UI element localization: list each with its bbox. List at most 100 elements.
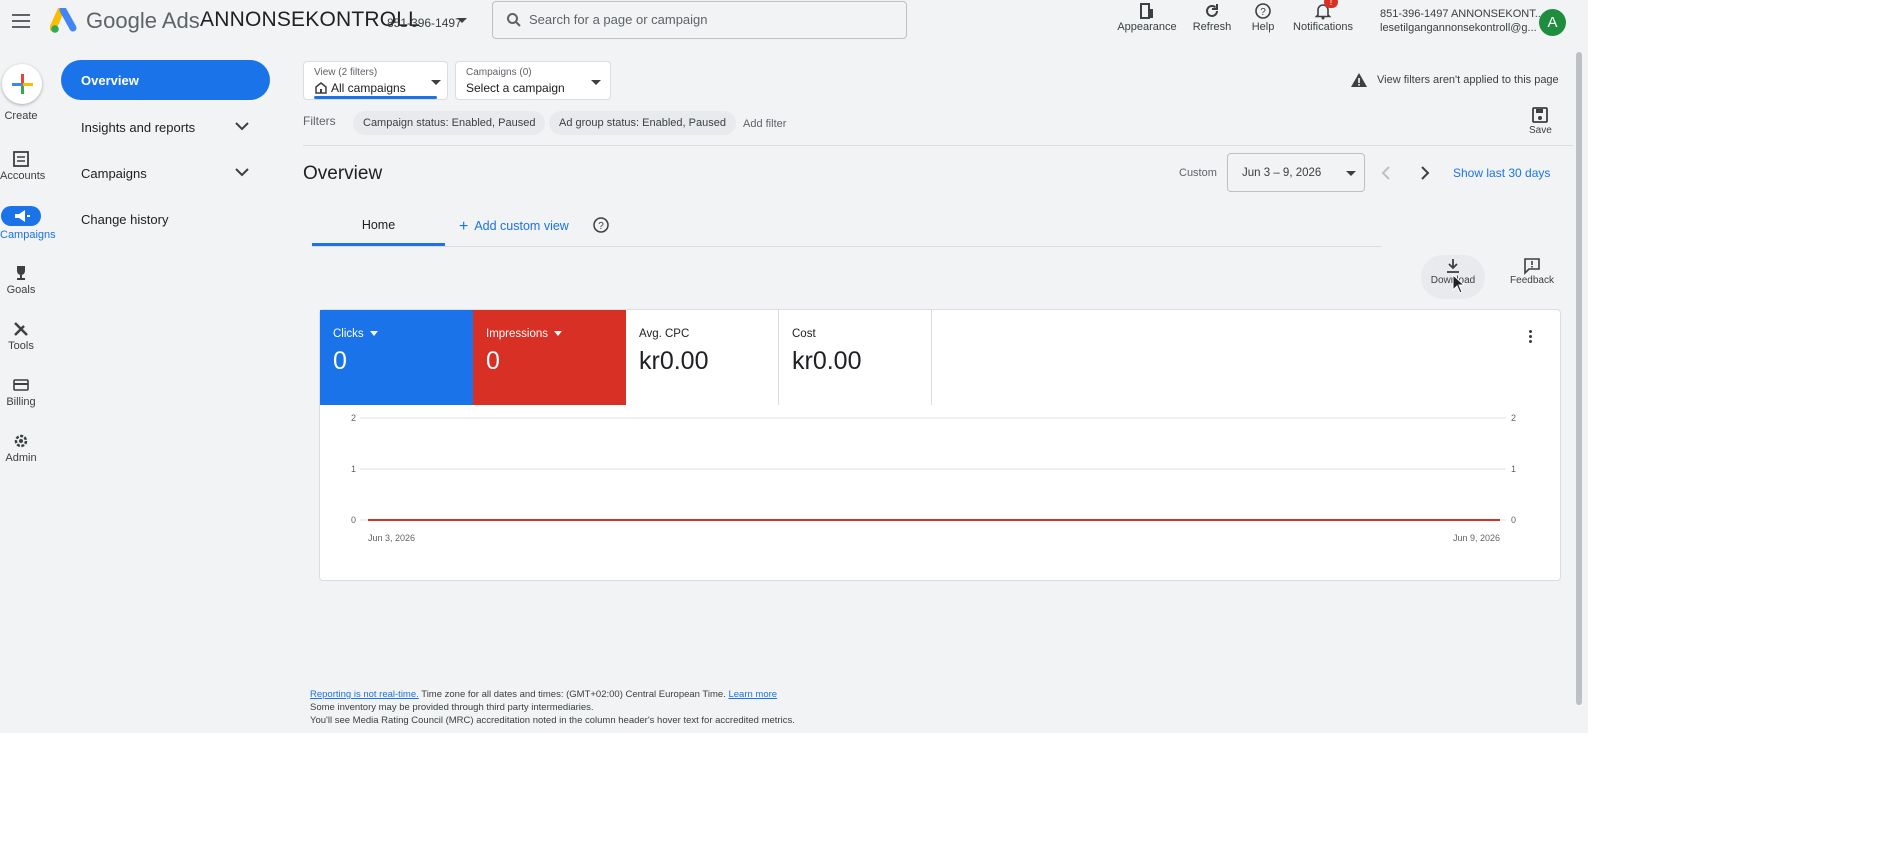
save-label: Save — [1529, 125, 1552, 136]
billing-card-icon — [13, 379, 29, 391]
x-tick-label-end: Jun 9, 2026 — [1453, 533, 1500, 543]
filter-chip-campaign-status[interactable]: Campaign status: Enabled, Paused — [353, 111, 546, 135]
google-ads-logo-icon — [50, 8, 77, 33]
account-switcher-caret-icon[interactable] — [457, 18, 467, 23]
view-selector[interactable]: View (2 filters) All campaigns — [303, 61, 448, 100]
metric-impressions[interactable]: Impressions 0 — [473, 310, 626, 405]
gear-icon — [14, 434, 28, 448]
search-input[interactable] — [527, 11, 891, 28]
notifications-button[interactable]: ! Notifications — [1290, 0, 1356, 33]
metric-impressions-value: 0 — [486, 347, 500, 375]
metric-cost[interactable]: Cost kr0.00 — [779, 310, 932, 405]
metric-clicks[interactable]: Clicks 0 — [320, 310, 473, 405]
rail-accounts-label: Accounts — [0, 170, 46, 182]
footer-line-2: Some inventory may be provided through t… — [310, 702, 594, 713]
tab-home[interactable]: Home — [312, 212, 445, 246]
page-scrollbar[interactable] — [1576, 52, 1582, 705]
caret-down-icon — [1346, 171, 1356, 176]
nav-change-history[interactable]: Change history — [81, 212, 168, 227]
app-window: Google Ads ANNONSEKONTROLL 851-396-1497 … — [0, 0, 1588, 733]
create-button[interactable] — [2, 64, 42, 104]
rail-tools-label: Tools — [8, 340, 34, 352]
learn-more-link[interactable]: Learn more — [728, 689, 777, 700]
accounts-icon — [13, 151, 29, 167]
avatar[interactable]: A — [1539, 9, 1566, 36]
view-filters-count: View (2 filters) — [314, 67, 378, 78]
filters-label: Filters — [303, 114, 336, 128]
chevron-right-icon[interactable] — [1419, 166, 1431, 180]
y-tick-label-right: 0 — [1511, 515, 1516, 525]
reporting-not-realtime-link[interactable]: Reporting is not real-time. — [310, 689, 419, 700]
feedback-label: Feedback — [1510, 275, 1554, 286]
filters-warning-text: View filters aren't applied to this page — [1377, 74, 1559, 86]
svg-text:?: ? — [1260, 7, 1266, 18]
view-selected: All campaigns — [331, 81, 406, 95]
help-icon: ? — [1255, 3, 1271, 19]
metric-avg-cpc-value: kr0.00 — [639, 347, 709, 375]
divider — [303, 145, 1573, 146]
caret-down-icon[interactable] — [369, 331, 378, 337]
nav-overview[interactable]: Overview — [61, 60, 270, 100]
add-custom-view-button[interactable]: + Add custom view — [459, 218, 569, 236]
rail-campaigns-label: Campaigns — [0, 229, 56, 241]
help-circle-icon[interactable]: ? — [593, 217, 609, 233]
campaigns-megaphone-icon — [1, 206, 41, 226]
rail-tools[interactable]: Tools — [0, 320, 42, 352]
save-button[interactable]: Save — [1529, 106, 1552, 136]
y-tick-label-right: 1 — [1511, 464, 1516, 474]
rail-billing[interactable]: Billing — [0, 376, 42, 408]
help-label: Help — [1251, 21, 1275, 33]
filter-chip-ad-group-status[interactable]: Ad group status: Enabled, Paused — [549, 111, 736, 135]
appearance-button[interactable]: Appearance — [1115, 0, 1179, 33]
rail-accounts[interactable]: Accounts — [0, 150, 46, 182]
notifications-label: Notifications — [1293, 21, 1353, 33]
save-icon — [1532, 107, 1549, 123]
footer-line-1: Reporting is not real-time. Time zone fo… — [310, 689, 777, 700]
account-summary-id[interactable]: 851-396-1497 ANNONSEKONT... — [1380, 8, 1544, 20]
performance-line-chart: 0 0 1 1 2 2 Jun 3, 2026 Jun 9, 2026 — [351, 413, 1516, 543]
y-tick-label-left: 2 — [351, 413, 356, 423]
rail-admin-label: Admin — [5, 452, 37, 464]
main-menu-icon[interactable] — [12, 14, 30, 28]
y-tick-label-left: 0 — [351, 515, 356, 525]
rail-admin[interactable]: Admin — [0, 432, 42, 464]
feedback-button[interactable]: Feedback — [1502, 257, 1562, 286]
chevron-down-icon[interactable] — [235, 122, 249, 131]
chevron-left-icon[interactable] — [1380, 166, 1392, 180]
campaign-selector[interactable]: Campaigns (0) Select a campaign — [455, 61, 611, 100]
plus-icon: + — [459, 218, 469, 235]
caret-down-icon — [591, 80, 601, 85]
search-box[interactable] — [492, 1, 907, 39]
show-last-30-days-link[interactable]: Show last 30 days — [1453, 166, 1550, 180]
view-active-underline — [314, 96, 437, 99]
x-tick-label-start: Jun 3, 2026 — [368, 533, 415, 543]
trophy-icon — [17, 266, 25, 280]
nav-insights-and-reports[interactable]: Insights and reports — [81, 120, 195, 135]
warning-icon — [1351, 73, 1367, 87]
metric-cost-value: kr0.00 — [792, 347, 862, 375]
account-id[interactable]: 851-396-1497 — [387, 16, 462, 30]
date-range-type: Custom — [1179, 167, 1217, 179]
nav-campaigns[interactable]: Campaigns — [81, 166, 147, 181]
caret-down-icon — [431, 80, 441, 85]
add-filter-button[interactable]: Add filter — [743, 118, 786, 130]
account-summary-email[interactable]: lesetilgangannonsekontroll@g... — [1380, 22, 1537, 34]
metric-clicks-label: Clicks — [333, 328, 364, 340]
rail-campaigns[interactable]: Campaigns — [0, 206, 56, 241]
y-tick-label-left: 1 — [351, 464, 356, 474]
refresh-button[interactable]: Refresh — [1187, 0, 1237, 33]
campaign-selected: Select a campaign — [466, 81, 565, 95]
download-icon — [1447, 259, 1459, 273]
date-range-picker[interactable]: Jun 3 – 9, 2026 — [1227, 153, 1365, 192]
notifications-badge: ! — [1324, 0, 1338, 8]
metric-impressions-label: Impressions — [486, 328, 548, 340]
add-custom-view-label: Add custom view — [474, 219, 569, 233]
metric-avg-cpc-label: Avg. CPC — [639, 328, 690, 340]
help-button[interactable]: ? Help — [1245, 0, 1281, 33]
chevron-down-icon[interactable] — [235, 168, 249, 177]
caret-down-icon[interactable] — [554, 331, 562, 337]
date-range-value: Jun 3 – 9, 2026 — [1242, 167, 1322, 179]
more-options-icon[interactable] — [1529, 330, 1533, 345]
rail-goals[interactable]: Goals — [0, 264, 42, 296]
metric-avg-cpc[interactable]: Avg. CPC kr0.00 — [626, 310, 779, 405]
